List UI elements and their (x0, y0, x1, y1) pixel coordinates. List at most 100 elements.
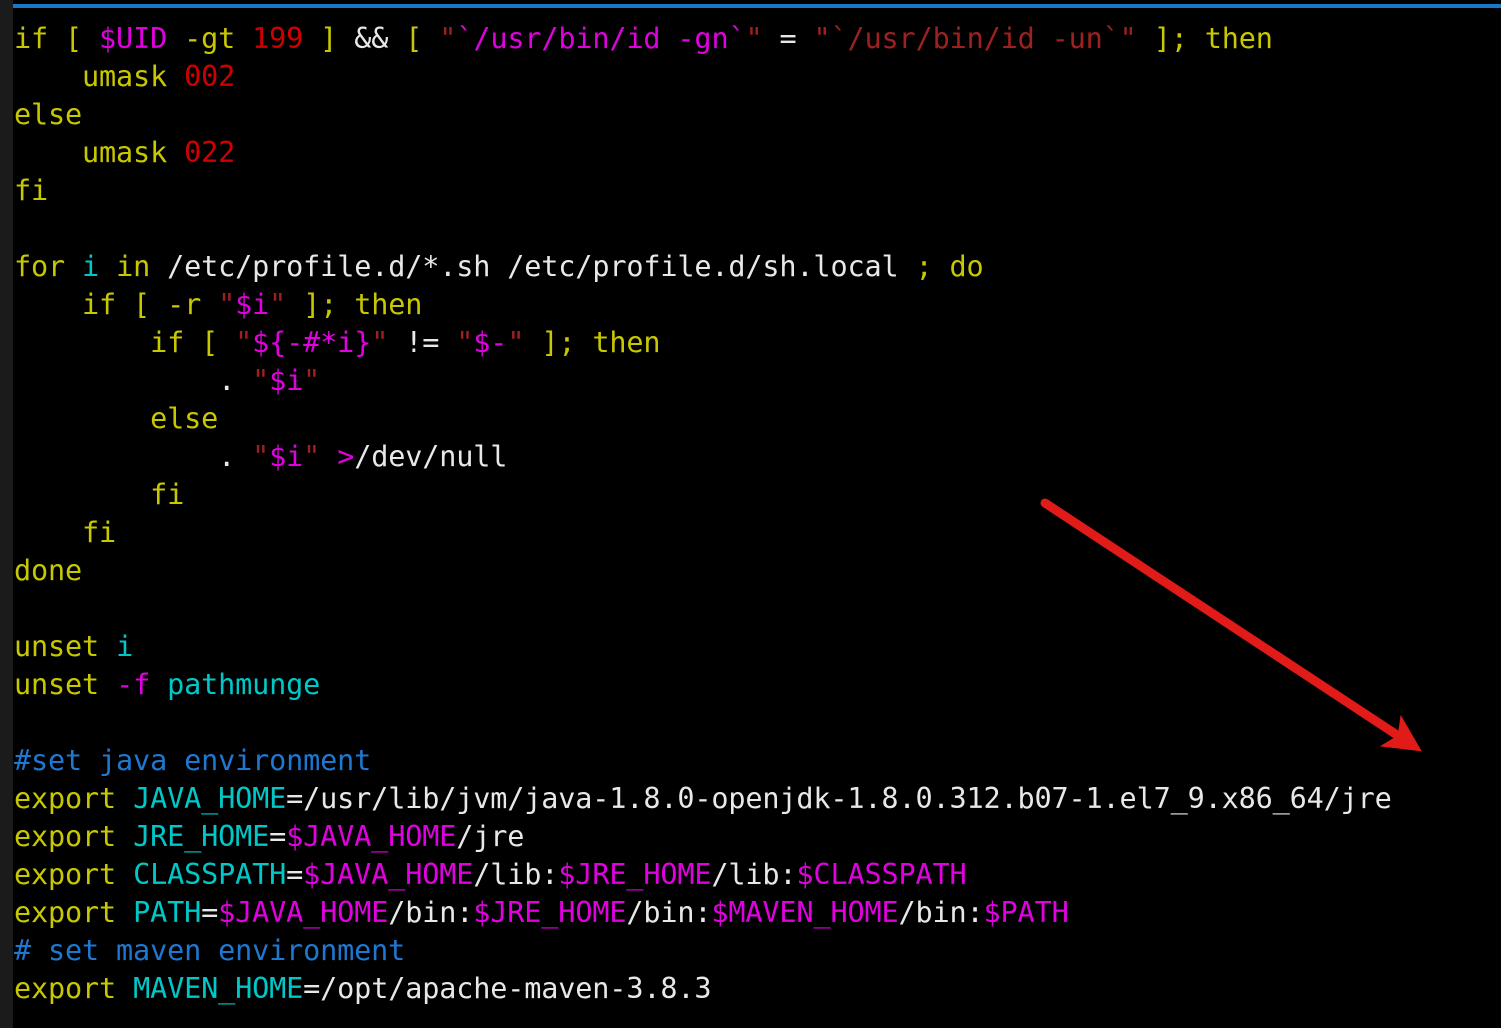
code-token: $UID (99, 22, 168, 55)
code-line: fi (14, 476, 184, 514)
code-token: " (303, 364, 321, 397)
code-token: $MAVEN_HOME (711, 896, 899, 929)
code-line: #set java environment (14, 742, 371, 780)
code-token: " (507, 326, 525, 359)
code-token: unset (14, 668, 117, 701)
code-token: $i (269, 364, 304, 397)
code-token: i (116, 630, 134, 663)
code-line: if [ $UID -gt 199 ] && [ "`/usr/bin/id -… (14, 20, 1273, 58)
code-token: = (286, 858, 304, 891)
vim-command-line[interactable]: :wq (14, 1002, 184, 1028)
code-line: export PATH=$JAVA_HOME/bin:$JRE_HOME/bin… (14, 894, 1069, 932)
code-line: else (14, 400, 218, 438)
code-token: pathmunge (167, 668, 321, 701)
code-token: $JAVA_HOME (303, 858, 474, 891)
code-token: > (337, 440, 355, 473)
code-line: done (14, 552, 82, 590)
code-token: /bin: (388, 896, 474, 929)
code-token: /bin: (626, 896, 712, 929)
vim-text-area[interactable]: if [ $UID -gt 199 ] && [ "`/usr/bin/id -… (13, 8, 1501, 1028)
code-token: ] (303, 22, 338, 55)
code-token: in (99, 250, 168, 283)
code-token: fi (14, 174, 49, 207)
code-line: if [ -r "$i" ]; then (14, 286, 422, 324)
code-line: export CLASSPATH=$JAVA_HOME/lib:$JRE_HOM… (14, 856, 967, 894)
code-token: " (303, 440, 321, 473)
code-token: ${-#*i} (252, 326, 372, 359)
code-token: = (762, 22, 814, 55)
code-token: /dev/null (354, 440, 508, 473)
code-token: if [ (14, 326, 236, 359)
code-token: export (14, 972, 134, 1005)
code-token: $- (473, 326, 508, 359)
code-token: else (14, 402, 219, 435)
code-token: if [ (14, 22, 100, 55)
code-token: 022 (184, 136, 236, 169)
code-token: " (218, 288, 236, 321)
code-token: unset (14, 630, 117, 663)
code-line: export JAVA_HOME=/usr/lib/jvm/java-1.8.0… (14, 780, 1392, 818)
code-token: /etc/profile.d/*.sh /etc/profile.d/sh.lo… (167, 250, 916, 283)
code-token: " (252, 364, 270, 397)
code-token: $JRE_HOME (473, 896, 627, 929)
code-token: else (14, 98, 83, 131)
code-token: ; do (915, 250, 984, 283)
code-token: #set java environment (14, 744, 372, 777)
code-token: umask (14, 60, 185, 93)
code-line: else (14, 96, 82, 134)
code-token: /jre (456, 820, 525, 853)
code-token: && (354, 22, 389, 55)
code-token: /lib: (473, 858, 559, 891)
code-token: export (14, 782, 134, 815)
code-token: . (14, 440, 253, 473)
code-token: ]; (1136, 22, 1205, 55)
code-token: if [ -r (14, 288, 219, 321)
code-token: "`/usr/bin/id -un`" (813, 22, 1137, 55)
code-token: fi (14, 478, 185, 511)
code-token: done (14, 554, 83, 587)
code-token: " (235, 326, 253, 359)
code-token: export (14, 820, 134, 853)
code-line: . "$i" >/dev/null (14, 438, 507, 476)
code-token: PATH (133, 896, 202, 929)
terminal-window: if [ $UID -gt 199 ] && [ "`/usr/bin/id -… (0, 0, 1501, 1028)
code-line: fi (14, 514, 116, 552)
code-token: -f (116, 668, 151, 701)
code-token: =/opt/apache-maven-3.8.3 (303, 972, 712, 1005)
code-token: i (82, 250, 100, 283)
code-line: export JRE_HOME=$JAVA_HOME/jre (14, 818, 524, 856)
code-token: " (456, 326, 474, 359)
code-token: CLASSPATH (133, 858, 287, 891)
code-token: =/usr/lib/jvm/java-1.8.0-openjdk-1.8.0.3… (286, 782, 1392, 815)
code-token: /bin: (898, 896, 984, 929)
code-line: unset i (14, 628, 133, 666)
code-token: JAVA_HOME (133, 782, 287, 815)
code-token: " (745, 22, 763, 55)
code-token: then (1204, 22, 1273, 55)
code-token: export (14, 858, 134, 891)
code-token: " (252, 440, 270, 473)
code-token: # set maven environment (14, 934, 406, 967)
code-token: $PATH (983, 896, 1069, 929)
code-token: " (371, 326, 389, 359)
code-line: umask 022 (14, 134, 235, 172)
code-line: unset -f pathmunge (14, 666, 320, 704)
code-line: if [ "${-#*i}" != "$-" ]; then (14, 324, 660, 362)
code-line: # set maven environment (14, 932, 405, 970)
code-token: `/usr/bin/id -gn` (456, 22, 746, 55)
code-token: ]; then (524, 326, 661, 359)
code-line: fi (14, 172, 48, 210)
code-token: -gt (167, 22, 253, 55)
code-token: [ (388, 22, 423, 55)
code-token: $JAVA_HOME (286, 820, 457, 853)
code-token: $JRE_HOME (558, 858, 712, 891)
code-token: MAVEN_HOME (133, 972, 304, 1005)
code-token: fi (14, 516, 117, 549)
code-token: $JAVA_HOME (218, 896, 389, 929)
code-token: for (14, 250, 83, 283)
code-token: . (14, 364, 253, 397)
code-line: umask 002 (14, 58, 235, 96)
